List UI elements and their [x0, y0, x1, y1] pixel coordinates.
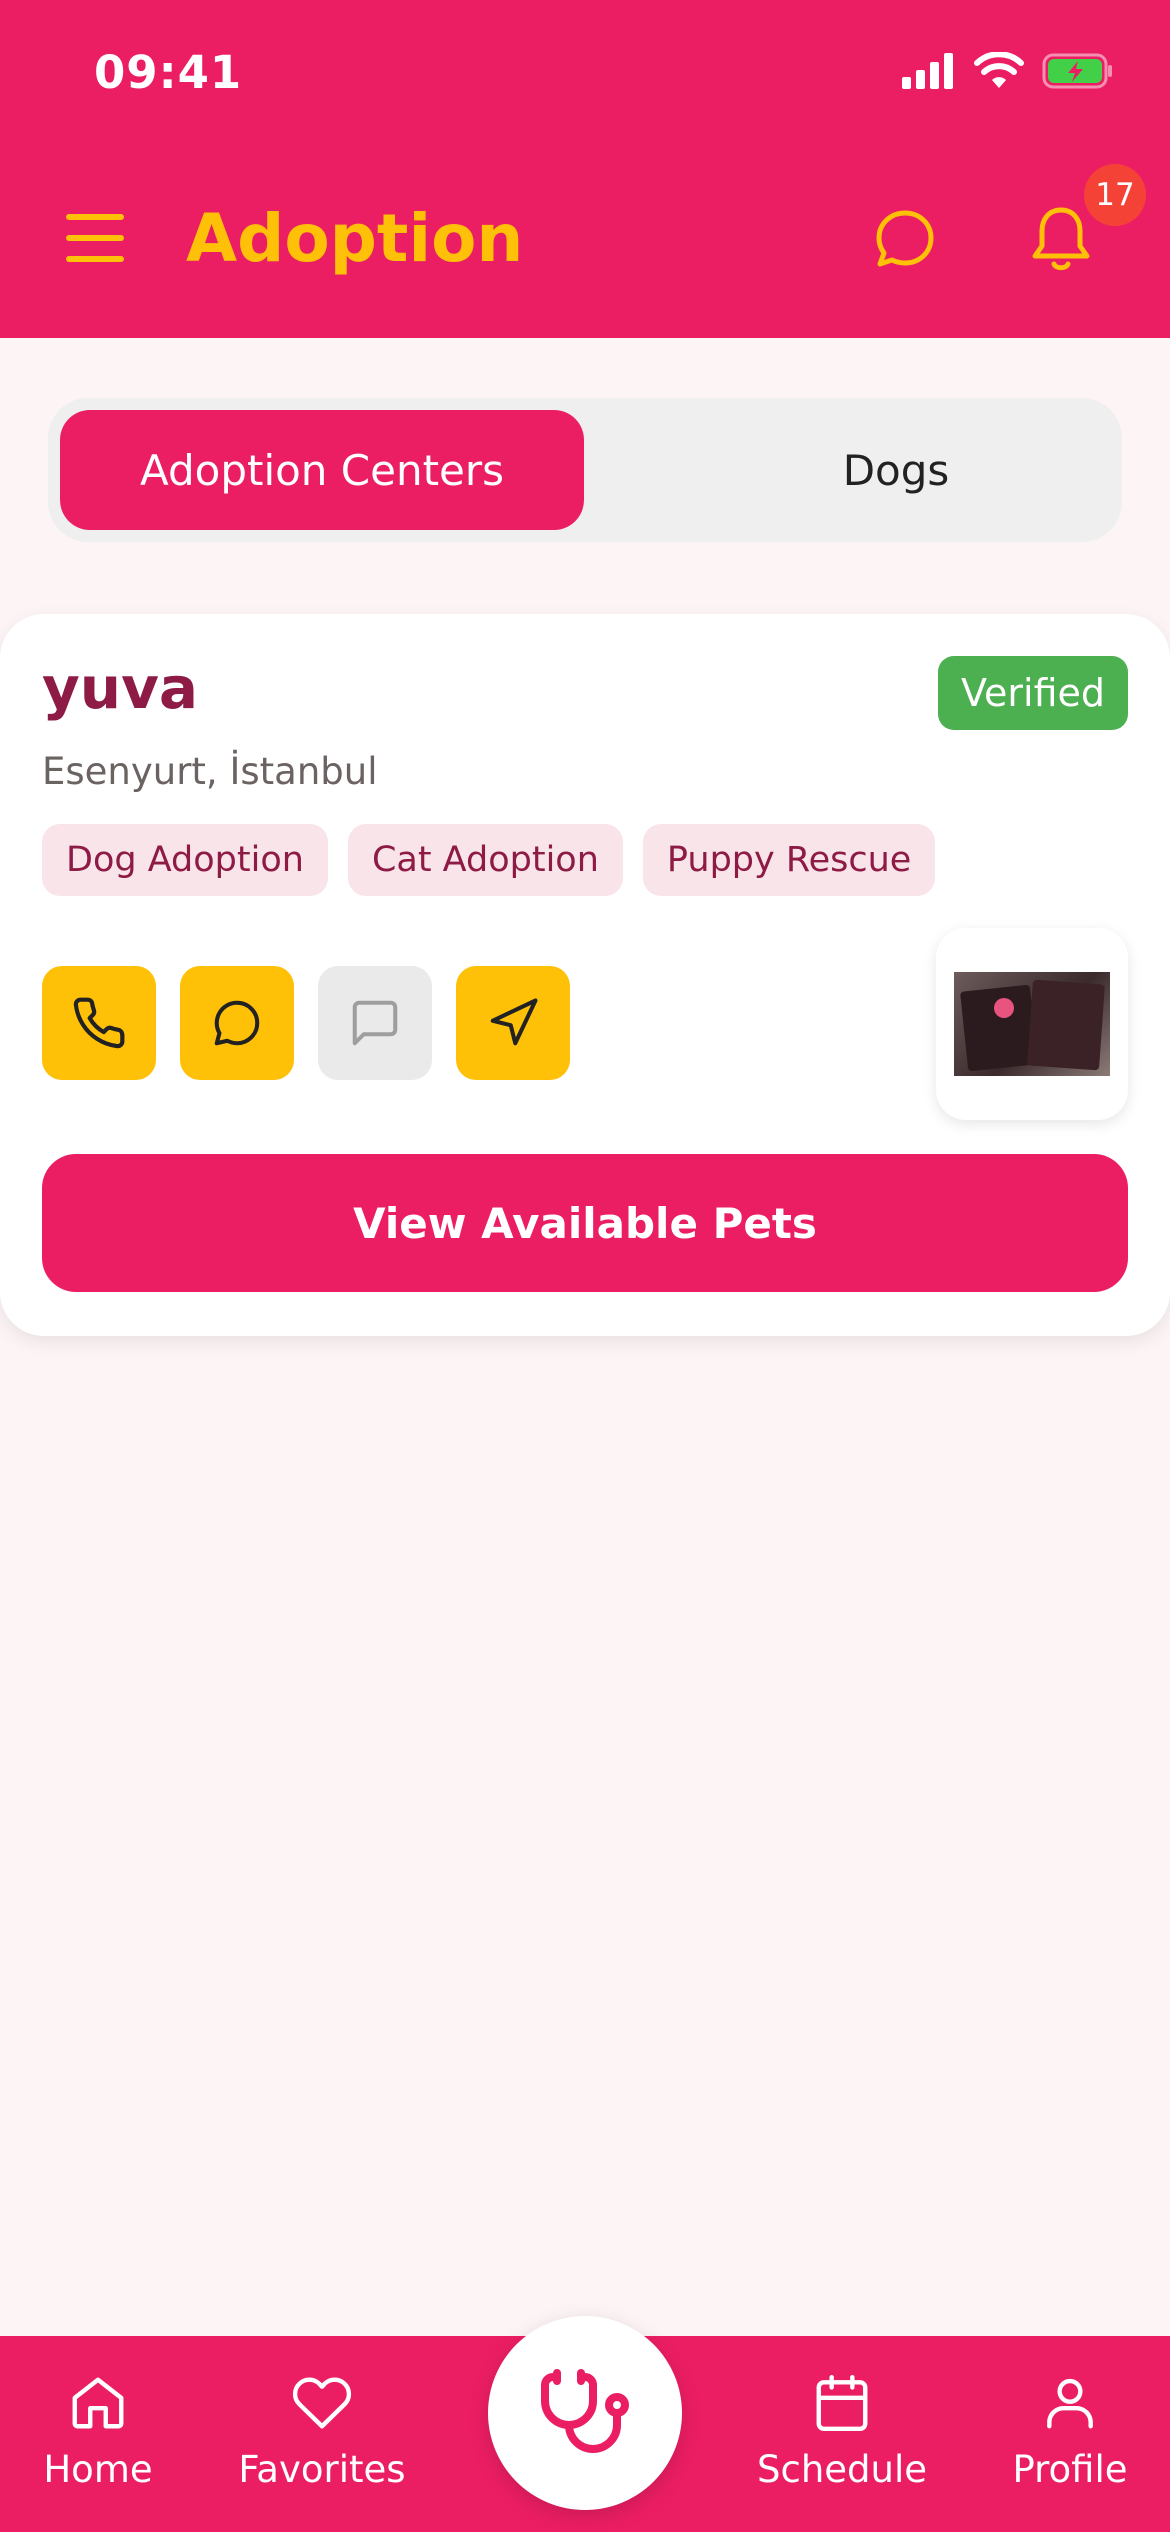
signal-icon [902, 53, 953, 89]
tab-profile[interactable]: Profile [1010, 2372, 1130, 2491]
battery-icon [1042, 53, 1112, 89]
page-title: Adoption [186, 200, 524, 277]
tab-favorites-label: Favorites [238, 2448, 406, 2491]
view-available-pets-button[interactable]: View Available Pets [42, 1154, 1128, 1292]
vet-button[interactable] [488, 2316, 682, 2510]
service-tags: Dog Adoption Cat Adoption Puppy Rescue [42, 824, 936, 896]
tab-schedule-label: Schedule [756, 2448, 928, 2491]
user-icon [1047, 2378, 1093, 2429]
tag-cat-adoption: Cat Adoption [347, 824, 623, 896]
message-icon [352, 1000, 398, 1046]
directions-button[interactable] [456, 966, 570, 1080]
tab-home[interactable]: Home [40, 2372, 156, 2491]
tab-home-label: Home [43, 2448, 153, 2491]
tab-profile-label: Profile [1012, 2448, 1128, 2491]
heart-icon [292, 2377, 352, 2429]
tag-dog-adoption: Dog Adoption [42, 824, 328, 896]
tab-favorites[interactable]: Favorites [236, 2372, 408, 2491]
status-icons [902, 52, 1114, 90]
call-button[interactable] [42, 966, 156, 1080]
center-name: yuva [42, 654, 199, 722]
menu-icon[interactable] [66, 214, 124, 264]
tab-dogs[interactable]: Dogs [634, 410, 1158, 530]
verified-badge: Verified [938, 656, 1128, 730]
stethoscope-icon [541, 2369, 629, 2453]
tab-adoption-centers[interactable]: Adoption Centers [60, 410, 584, 530]
chat-icon[interactable] [874, 208, 936, 270]
wifi-icon [974, 52, 1024, 88]
status-time: 09:41 [94, 46, 243, 99]
calendar-icon [816, 2374, 868, 2432]
whatsapp-icon [214, 1000, 260, 1046]
center-location: Esenyurt, İstanbul [42, 750, 378, 793]
app-header: 09:41 Adoption 17 [0, 0, 1170, 338]
whatsapp-button[interactable] [180, 966, 294, 1080]
message-button[interactable] [318, 966, 432, 1080]
home-icon [72, 2377, 124, 2429]
tag-puppy-rescue: Puppy Rescue [642, 824, 936, 896]
adoption-center-card[interactable]: yuva Verified Esenyurt, İstanbul Dog Ado… [0, 614, 1170, 1336]
contact-actions [42, 966, 570, 1080]
bell-icon[interactable] [1030, 204, 1092, 274]
navigation-icon [490, 998, 538, 1046]
center-photo[interactable] [936, 928, 1128, 1120]
tab-schedule[interactable]: Schedule [752, 2372, 932, 2491]
center-photo-image [954, 972, 1110, 1076]
segment-control: Adoption Centers Dogs [48, 398, 1122, 542]
notification-badge: 17 [1084, 164, 1146, 226]
phone-icon [73, 997, 125, 1049]
